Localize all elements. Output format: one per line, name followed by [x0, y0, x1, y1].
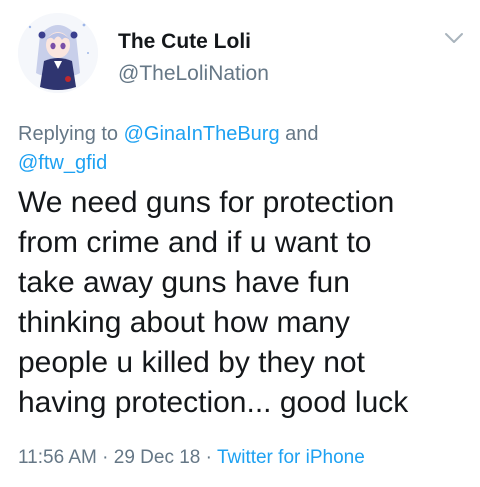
replying-to-conjunction: and [285, 123, 319, 145]
tweet-date[interactable]: 29 Dec 18 [114, 447, 201, 468]
meta-separator: · [205, 447, 212, 468]
tweet-time[interactable]: 11:56 AM [18, 447, 97, 468]
display-name[interactable]: The Cute Loli [118, 30, 251, 54]
replying-to-label: Replying to [18, 123, 119, 145]
user-handle[interactable]: @TheLoliNation [118, 62, 269, 86]
chevron-down-icon[interactable] [443, 30, 465, 46]
replying-to: Replying to @GinaInTheBurg and @ftw_gfid [18, 120, 458, 178]
tweet-source-link[interactable]: Twitter for iPhone [217, 447, 365, 468]
tweet-text-line: thinking about how many [18, 306, 350, 339]
tweet-text-line: having protection... good luck [18, 386, 409, 419]
avatar[interactable] [18, 13, 98, 93]
avatar-image [18, 13, 98, 93]
tweet-text-line: We need guns for protection [18, 186, 395, 219]
tweet-card: The Cute Loli @TheLoliNation Replying to… [0, 0, 480, 487]
meta-separator: · [102, 447, 109, 468]
mention-link-ftw[interactable]: @ftw_gfid [18, 152, 107, 174]
tweet-text-line: from crime and if u want to [18, 226, 372, 259]
tweet-metadata: 11:56 AM · 29 Dec 18 · Twitter for iPhon… [18, 447, 365, 469]
tweet-text-line: take away guns have fun [18, 266, 350, 299]
tweet-text-line: people u killed by they not [18, 346, 365, 379]
tweet-text: We need guns for protection from crime a… [18, 183, 478, 423]
mention-link-gina[interactable]: @GinaInTheBurg [124, 123, 280, 145]
